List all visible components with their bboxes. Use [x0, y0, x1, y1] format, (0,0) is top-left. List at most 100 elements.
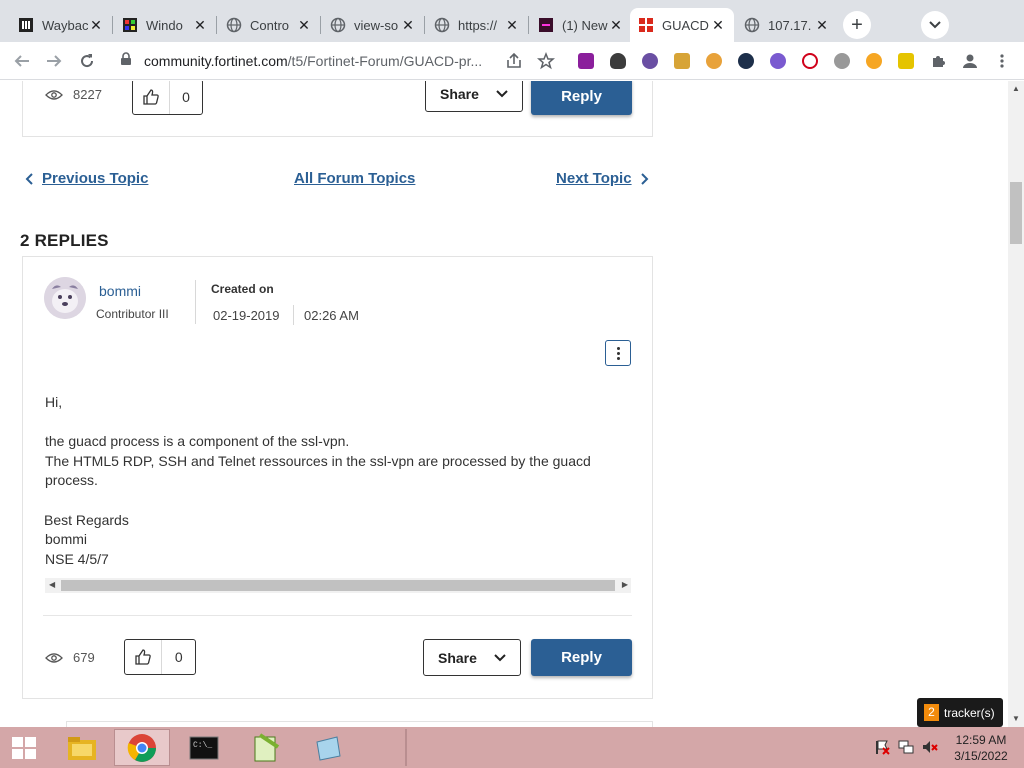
extension-block-icon[interactable] — [802, 53, 818, 69]
tab-wayback[interactable]: Wayback ✕ — [10, 8, 112, 42]
body-line: bommi — [45, 531, 88, 547]
extension-globe-icon[interactable] — [738, 53, 754, 69]
scroll-up-icon[interactable]: ▲ — [1012, 84, 1020, 93]
tab-107[interactable]: 107.17. ✕ — [736, 8, 838, 42]
body-line: The HTML5 RDP, SSH and Telnet ressources… — [45, 453, 591, 469]
extension-hat-icon[interactable] — [610, 53, 626, 69]
body-line: Hi, — [45, 394, 63, 410]
tab-https[interactable]: https:// ✕ — [426, 8, 528, 42]
eye-icon — [45, 652, 63, 663]
close-icon[interactable]: ✕ — [814, 17, 830, 34]
extension-gear-icon[interactable] — [770, 53, 786, 69]
kudos-widget: 0 — [132, 81, 203, 115]
share-page-button[interactable] — [503, 50, 525, 72]
tab-guacd-active[interactable]: GUACD ✕ — [630, 8, 734, 42]
tab-search-button[interactable] — [921, 11, 949, 39]
volume-icon[interactable] — [922, 739, 938, 755]
next-topic-link[interactable]: Next Topic — [556, 170, 649, 187]
windows-icon — [122, 17, 138, 33]
tab-title: 107.17. — [768, 17, 812, 33]
scroll-left-icon[interactable]: ◀ — [49, 580, 55, 589]
terminal-icon: C:\_ — [189, 736, 219, 759]
tab-title: Wayback — [42, 17, 88, 33]
post-options-button[interactable] — [605, 340, 631, 366]
scrollbar-thumb[interactable] — [61, 580, 615, 591]
bookmark-button[interactable] — [535, 50, 557, 72]
window-app-icon — [316, 735, 341, 761]
scroll-down-icon[interactable]: ▼ — [1012, 714, 1020, 723]
reply-button[interactable]: Reply — [531, 639, 632, 676]
terminal-button[interactable]: C:\_ — [176, 729, 232, 766]
replies-heading: 2 REPLIES — [20, 231, 109, 250]
close-icon[interactable]: ✕ — [504, 17, 520, 34]
extension-cat-icon[interactable] — [674, 53, 690, 69]
scrollbar-thumb[interactable] — [1010, 182, 1022, 244]
close-icon[interactable]: ✕ — [710, 17, 726, 34]
notepad-plus-button[interactable] — [238, 729, 294, 766]
globe-icon — [226, 17, 242, 33]
back-button[interactable] — [11, 50, 33, 72]
tab-title: view-so — [354, 17, 399, 33]
extension-arrow-icon[interactable] — [898, 53, 914, 69]
close-icon[interactable]: ✕ — [192, 17, 208, 34]
forward-button[interactable] — [43, 50, 65, 72]
arrow-right-icon — [47, 55, 62, 67]
wayback-icon — [18, 17, 34, 33]
extension-ghost-icon[interactable] — [834, 53, 850, 69]
system-clock[interactable]: 12:59 AM 3/15/2022 — [946, 732, 1016, 764]
reload-button[interactable] — [76, 50, 98, 72]
horizontal-scrollbar[interactable]: ◀ ▶ — [45, 578, 631, 593]
extension-sun-icon[interactable] — [866, 53, 882, 69]
file-explorer-button[interactable] — [54, 729, 110, 766]
scroll-right-icon[interactable]: ▶ — [622, 580, 628, 589]
extension-flag-icon[interactable] — [578, 53, 594, 69]
browser-menu-icon[interactable] — [994, 53, 1010, 69]
reply-button[interactable]: Reply — [531, 81, 632, 115]
app-icon — [538, 17, 554, 33]
post-time: 02:26 AM — [304, 308, 359, 323]
kudos-count: 0 — [174, 649, 183, 665]
close-icon[interactable]: ✕ — [296, 17, 312, 34]
close-icon[interactable]: ✕ — [88, 17, 104, 34]
kudo-button[interactable] — [133, 81, 170, 114]
thumbs-up-icon — [135, 649, 152, 665]
avatar[interactable] — [44, 277, 86, 319]
globe-icon — [744, 17, 760, 33]
extensions-puzzle-icon[interactable] — [930, 53, 946, 69]
kudos-widget: 0 — [124, 639, 196, 675]
tab-title: GUACD — [662, 17, 709, 33]
globe-icon — [434, 17, 450, 33]
body-line: NSE 4/5/7 — [45, 551, 109, 567]
app-button[interactable] — [300, 729, 356, 766]
close-icon[interactable]: ✕ — [608, 17, 624, 34]
body-line: process. — [45, 472, 98, 488]
flag-icon[interactable] — [874, 739, 890, 755]
body-line: the guacd process is a component of the … — [45, 433, 350, 449]
extension-bug-icon[interactable] — [642, 53, 658, 69]
share-button[interactable]: Share — [423, 639, 521, 676]
all-forum-topics-link[interactable]: All Forum Topics — [294, 170, 415, 187]
post-date: 02-19-2019 — [213, 308, 280, 323]
vertical-scrollbar[interactable]: ▲ ▼ — [1008, 81, 1024, 727]
close-icon[interactable]: ✕ — [400, 17, 416, 34]
kudos-count: 0 — [182, 89, 190, 105]
kudo-button[interactable] — [125, 640, 163, 674]
extension-rainbow-icon[interactable] — [706, 53, 722, 69]
tab-control[interactable]: Contro ✕ — [218, 8, 320, 42]
start-button[interactable] — [0, 729, 48, 766]
new-tab-button[interactable]: + — [843, 11, 871, 39]
tab-windows[interactable]: Windo ✕ — [114, 8, 216, 42]
page-content: 8227 0 Share Reply Previous Topic All Fo… — [0, 81, 1008, 727]
tracker-badge[interactable]: 2 tracker(s) — [917, 698, 1003, 727]
share-button[interactable]: Share — [425, 81, 523, 112]
tab-view-source[interactable]: view-so ✕ — [322, 8, 424, 42]
network-icon[interactable] — [898, 739, 914, 755]
tab-title: https:// — [458, 17, 498, 33]
fortinet-icon — [638, 17, 654, 33]
profile-avatar-icon[interactable] — [962, 53, 978, 69]
previous-topic-link[interactable]: Previous Topic — [25, 170, 148, 187]
chrome-button[interactable] — [114, 729, 170, 766]
author-link[interactable]: bommi — [99, 283, 141, 299]
address-bar[interactable]: community.fortinet.com/t5/Fortinet-Forum… — [108, 46, 564, 76]
tab-new[interactable]: (1) New ✕ — [530, 8, 632, 42]
